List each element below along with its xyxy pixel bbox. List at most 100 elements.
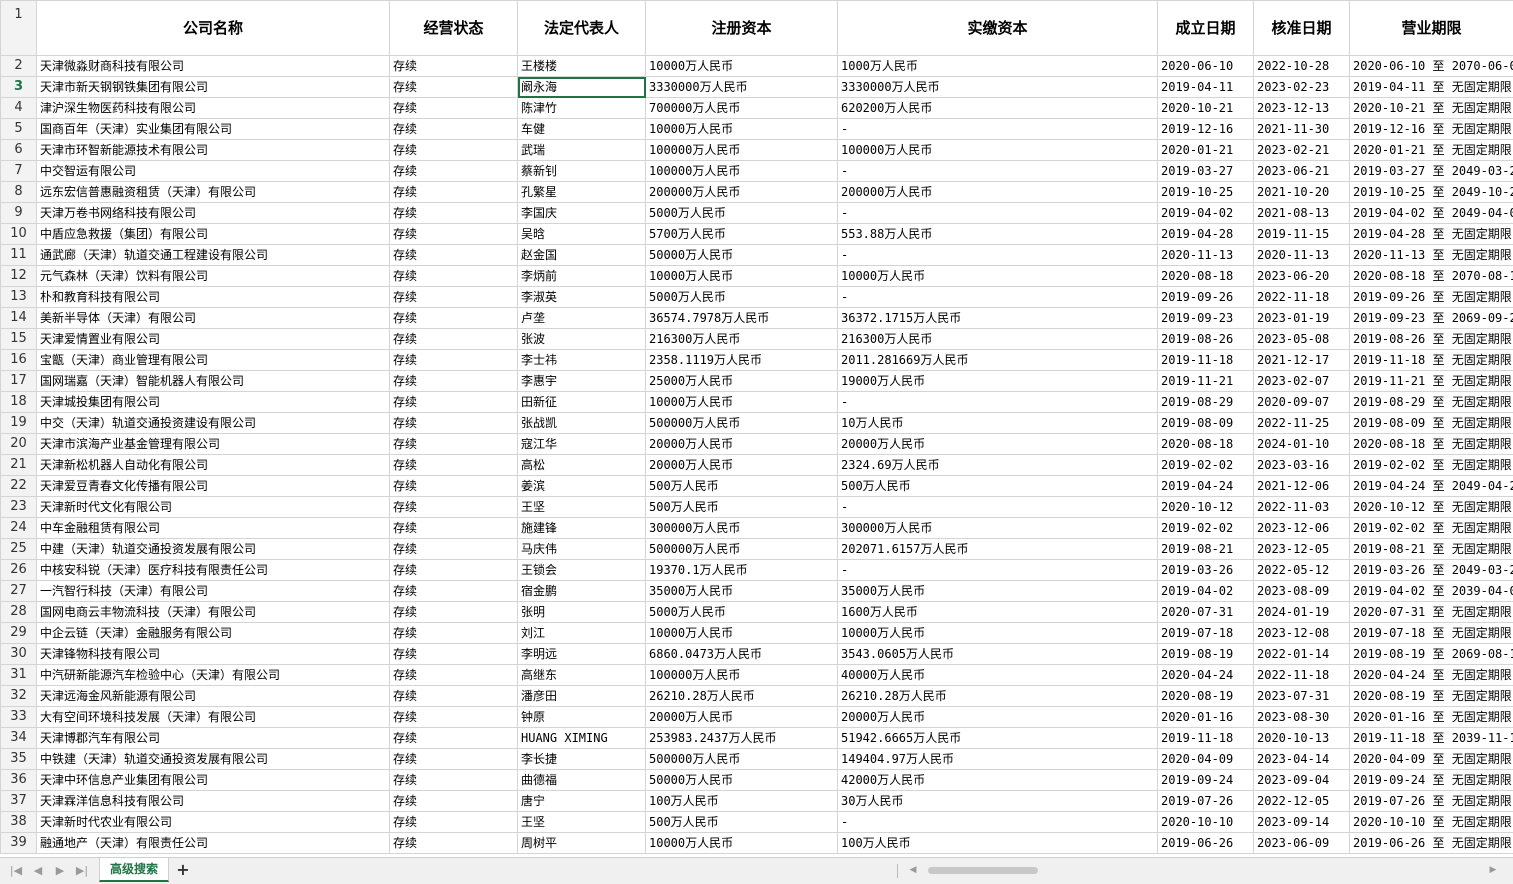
cell-company-name[interactable]: 远东宏信普惠融资租赁（天津）有限公司: [36, 181, 390, 203]
cell-business-term[interactable]: 2020-08-19 至 无固定期限: [1349, 685, 1513, 707]
cell-business-status[interactable]: 存续: [389, 832, 518, 854]
cell-business-status[interactable]: 存续: [389, 349, 518, 371]
cell-paid-in-capital[interactable]: 3543.0605万人民币: [837, 643, 1158, 665]
cell-established-date[interactable]: 2019-08-29: [1157, 391, 1254, 413]
cell-approved-date[interactable]: 2023-06-09: [1253, 832, 1350, 854]
cell-established-date[interactable]: 2019-07-26: [1157, 790, 1254, 812]
cell-established-date[interactable]: 2019-09-26: [1157, 286, 1254, 308]
cell-paid-in-capital[interactable]: 202071.6157万人民币: [837, 538, 1158, 560]
cell-business-status[interactable]: 存续: [389, 370, 518, 392]
cell-established-date[interactable]: 2019-04-02: [1157, 202, 1254, 224]
cell-paid-in-capital[interactable]: -: [837, 202, 1158, 224]
cell-registered-capital[interactable]: 10000万人民币: [645, 118, 838, 140]
cell-legal-rep[interactable]: 潘彦田: [517, 685, 646, 707]
scroll-right-icon[interactable]: ▶: [1486, 862, 1500, 879]
cell-business-term[interactable]: 2020-10-21 至 无固定期限: [1349, 97, 1513, 119]
cell-registered-capital[interactable]: 100000万人民币: [645, 664, 838, 686]
cell-approved-date[interactable]: 2023-12-13: [1253, 97, 1350, 119]
cell-business-status[interactable]: 存续: [389, 223, 518, 245]
cell-established-date[interactable]: 2019-03-26: [1157, 559, 1254, 581]
cell-registered-capital[interactable]: 5000万人民币: [645, 286, 838, 308]
column-header-approved-date[interactable]: 核准日期: [1253, 0, 1350, 56]
cell-registered-capital[interactable]: 5000万人民币: [645, 202, 838, 224]
cell-registered-capital[interactable]: 500万人民币: [645, 475, 838, 497]
cell-paid-in-capital[interactable]: 26210.28万人民币: [837, 685, 1158, 707]
cell-company-name[interactable]: 天津市环智新能源技术有限公司: [36, 139, 390, 161]
scroll-left-icon[interactable]: ◀: [906, 862, 920, 879]
cell-paid-in-capital[interactable]: 20000万人民币: [837, 433, 1158, 455]
cell-paid-in-capital[interactable]: -: [837, 118, 1158, 140]
row-number[interactable]: 37: [0, 790, 37, 812]
cell-registered-capital[interactable]: 35000万人民币: [645, 580, 838, 602]
cell-business-term[interactable]: 2019-04-02 至 2049-04-01: [1349, 202, 1513, 224]
column-header-paid-in-capital[interactable]: 实缴资本: [837, 0, 1158, 56]
cell-paid-in-capital[interactable]: -: [837, 811, 1158, 833]
cell-company-name[interactable]: 天津爱豆青春文化传播有限公司: [36, 475, 390, 497]
cell-company-name[interactable]: 中核安科锐（天津）医疗科技有限责任公司: [36, 559, 390, 581]
cell-company-name[interactable]: 中盾应急救援（集团）有限公司: [36, 223, 390, 245]
cell-business-term[interactable]: 2019-09-24 至 无固定期限: [1349, 769, 1513, 791]
cell-company-name[interactable]: 天津中环信息产业集团有限公司: [36, 769, 390, 791]
cell-paid-in-capital[interactable]: -: [837, 244, 1158, 266]
prev-sheet-icon[interactable]: ◀: [30, 863, 46, 879]
cell-company-name[interactable]: 天津市新天钢钢铁集团有限公司: [36, 76, 390, 98]
row-number[interactable]: 32: [0, 685, 37, 707]
row-number[interactable]: 33: [0, 706, 37, 728]
cell-business-term[interactable]: 2019-04-11 至 无固定期限: [1349, 76, 1513, 98]
cell-established-date[interactable]: 2020-04-09: [1157, 748, 1254, 770]
row-number[interactable]: 19: [0, 412, 37, 434]
cell-approved-date[interactable]: 2023-09-14: [1253, 811, 1350, 833]
column-header-business-status[interactable]: 经营状态: [389, 0, 518, 56]
column-header-registered-capital[interactable]: 注册资本: [645, 0, 838, 56]
next-sheet-icon[interactable]: ▶: [52, 863, 68, 879]
cell-business-term[interactable]: 2020-04-09 至 无固定期限: [1349, 748, 1513, 770]
cell-established-date[interactable]: 2020-08-19: [1157, 685, 1254, 707]
row-number[interactable]: 31: [0, 664, 37, 686]
cell-business-status[interactable]: 存续: [389, 685, 518, 707]
row-number[interactable]: 36: [0, 769, 37, 791]
row-number[interactable]: 38: [0, 811, 37, 833]
cell-registered-capital[interactable]: 6860.0473万人民币: [645, 643, 838, 665]
cell-business-term[interactable]: 2019-12-16 至 无固定期限: [1349, 118, 1513, 140]
cell-business-status[interactable]: 存续: [389, 433, 518, 455]
cell-paid-in-capital[interactable]: 3330000万人民币: [837, 76, 1158, 98]
sheet-tab[interactable]: 高级搜索: [99, 858, 169, 882]
cell-approved-date[interactable]: 2023-12-06: [1253, 517, 1350, 539]
cell-company-name[interactable]: 天津新时代农业有限公司: [36, 811, 390, 833]
cell-business-term[interactable]: 2019-06-26 至 无固定期限: [1349, 832, 1513, 854]
cell-business-status[interactable]: 存续: [389, 475, 518, 497]
cell-registered-capital[interactable]: 10000万人民币: [645, 55, 838, 77]
cell-legal-rep[interactable]: 宿金鹏: [517, 580, 646, 602]
cell-approved-date[interactable]: 2023-05-08: [1253, 328, 1350, 350]
row-number[interactable]: 6: [0, 139, 37, 161]
cell-approved-date[interactable]: 2024-01-10: [1253, 433, 1350, 455]
cell-approved-date[interactable]: 2021-11-30: [1253, 118, 1350, 140]
cell-legal-rep[interactable]: 王锁会: [517, 559, 646, 581]
cell-legal-rep[interactable]: 车健: [517, 118, 646, 140]
cell-approved-date[interactable]: 2023-02-23: [1253, 76, 1350, 98]
cell-business-term[interactable]: 2019-11-21 至 无固定期限: [1349, 370, 1513, 392]
cell-business-status[interactable]: 存续: [389, 160, 518, 182]
cell-company-name[interactable]: 天津霖洋信息科技有限公司: [36, 790, 390, 812]
cell-approved-date[interactable]: 2023-03-16: [1253, 454, 1350, 476]
cell-established-date[interactable]: 2019-08-26: [1157, 328, 1254, 350]
cell-established-date[interactable]: 2019-08-21: [1157, 538, 1254, 560]
cell-established-date[interactable]: 2019-11-18: [1157, 349, 1254, 371]
cell-business-status[interactable]: 存续: [389, 202, 518, 224]
horizontal-scrollbar[interactable]: ◀ ▶: [906, 862, 1500, 879]
cell-business-term[interactable]: 2019-10-25 至 2049-10-24: [1349, 181, 1513, 203]
cell-company-name[interactable]: 国网电商云丰物流科技（天津）有限公司: [36, 601, 390, 623]
row-number[interactable]: 5: [0, 118, 37, 140]
cell-legal-rep[interactable]: 王楼楼: [517, 55, 646, 77]
add-sheet-icon[interactable]: +: [174, 861, 192, 879]
cell-business-term[interactable]: 2019-07-18 至 无固定期限: [1349, 622, 1513, 644]
cell-business-term[interactable]: 2019-04-02 至 2039-04-01: [1349, 580, 1513, 602]
cell-legal-rep[interactable]: 张战凯: [517, 412, 646, 434]
cell-company-name[interactable]: 中企云链（天津）金融服务有限公司: [36, 622, 390, 644]
cell-company-name[interactable]: 融通地产（天津）有限责任公司: [36, 832, 390, 854]
cell-registered-capital[interactable]: 5000万人民币: [645, 601, 838, 623]
cell-company-name[interactable]: 朴和教育科技有限公司: [36, 286, 390, 308]
cell-business-status[interactable]: 存续: [389, 664, 518, 686]
row-number[interactable]: 29: [0, 622, 37, 644]
cell-business-status[interactable]: 存续: [389, 286, 518, 308]
